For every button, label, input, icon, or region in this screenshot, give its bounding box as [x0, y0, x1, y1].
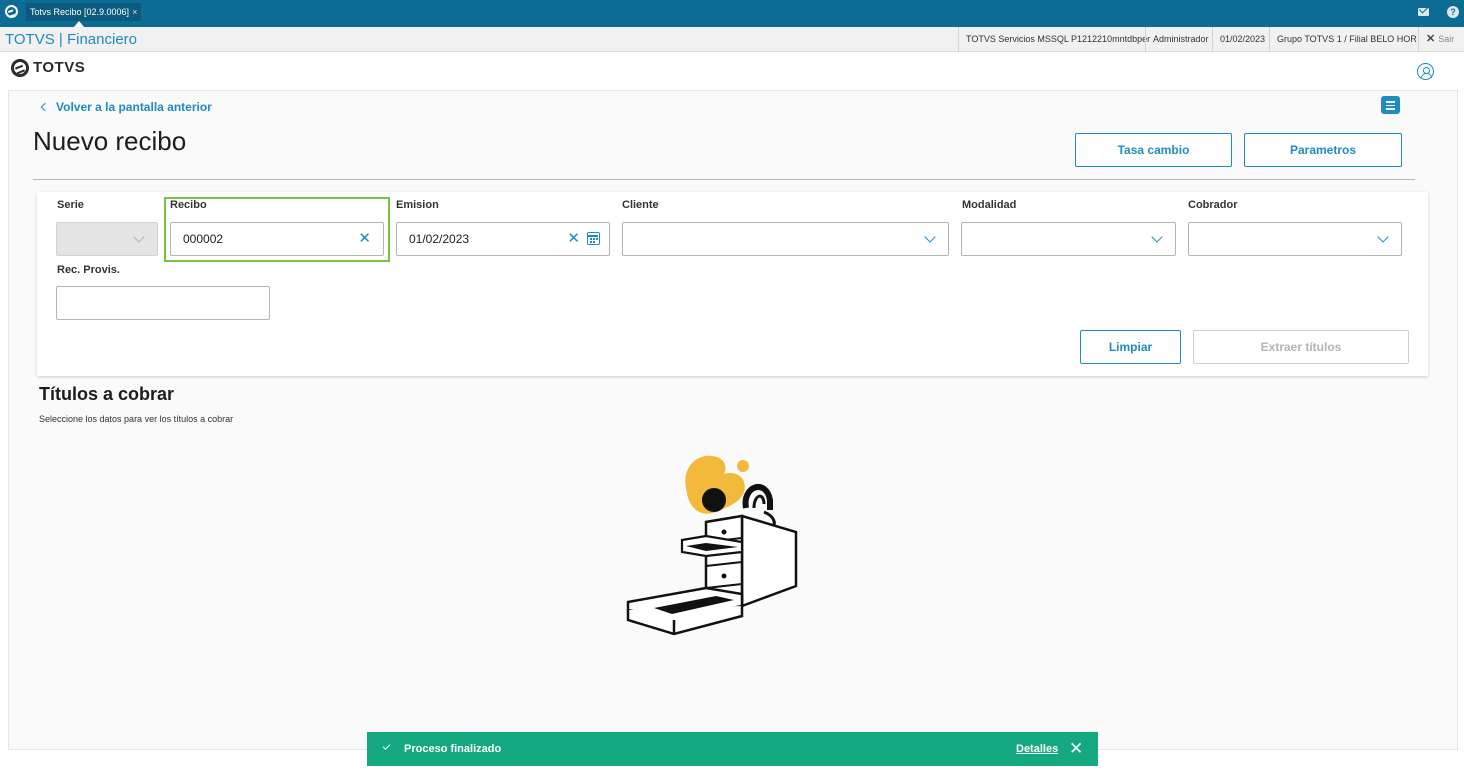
- clear-icon[interactable]: ✕: [358, 223, 371, 255]
- menu-icon: [1386, 101, 1395, 103]
- tab-label: Totvs Recibo [02.9.0006]: [30, 7, 130, 17]
- calendar-icon[interactable]: [587, 232, 600, 245]
- emision-value: 01/02/2023: [409, 232, 470, 246]
- toast-details-link[interactable]: Detalles: [1016, 732, 1058, 766]
- modalidad-select[interactable]: [961, 222, 1176, 256]
- server-info: TOTVS Servicios MSSQL P1212210mntdbper: [958, 27, 1157, 52]
- totvs-brand-icon: [11, 59, 29, 77]
- titulos-section-subtitle: Seleccione los datos para ver los título…: [39, 414, 234, 424]
- extraer-titulos-button: Extraer títulos: [1193, 330, 1409, 364]
- user-profile-icon[interactable]: [1417, 63, 1434, 80]
- close-icon: ✕: [1426, 33, 1436, 45]
- emision-date-input[interactable]: 01/02/2023 ✕: [396, 222, 610, 256]
- branch-info: Grupo TOTVS 1 / Filial BELO HOR: [1269, 27, 1424, 52]
- titulos-section-title: Títulos a cobrar: [39, 384, 175, 404]
- check-icon: [382, 742, 391, 750]
- menu-icon-line: [1386, 108, 1395, 110]
- app-title: TOTVS | Financiero: [5, 31, 137, 48]
- limpiar-button[interactable]: Limpiar: [1080, 330, 1181, 364]
- cobrador-label: Cobrador: [1188, 199, 1238, 211]
- recibo-value: 000002: [183, 232, 224, 246]
- system-header: TOTVS | Financiero TOTVS Servicios MSSQL…: [0, 27, 1464, 52]
- cliente-label: Cliente: [622, 199, 659, 211]
- app-tab-bar: Totvs Recibo [02.9.0006] × ?: [0, 0, 1464, 27]
- rec-provis-label: Rec. Provis.: [57, 264, 120, 276]
- chevron-down-icon: [1151, 231, 1163, 243]
- empty-drawer-illustration-icon: [626, 455, 798, 636]
- mail-icon[interactable]: [1418, 8, 1429, 16]
- user-info: Administrador: [1145, 27, 1216, 52]
- tasa-cambio-button[interactable]: Tasa cambio: [1075, 133, 1232, 167]
- success-toast: Proceso finalizado Detalles ✕: [367, 732, 1098, 766]
- tab-close-icon[interactable]: ×: [132, 7, 137, 17]
- modalidad-label: Modalidad: [962, 199, 1017, 211]
- chevron-left-icon: [40, 102, 50, 112]
- toast-message: Proceso finalizado: [404, 743, 502, 755]
- page-title: Nuevo recibo: [33, 126, 187, 156]
- tab-totvs-recibo[interactable]: Totvs Recibo [02.9.0006] ×: [26, 3, 142, 21]
- back-link[interactable]: Volver a la pantalla anterior: [34, 100, 212, 114]
- date-info: 01/02/2023: [1212, 27, 1272, 52]
- help-icon[interactable]: ?: [1447, 6, 1459, 18]
- cliente-select[interactable]: [622, 222, 949, 256]
- back-link-label: Volver a la pantalla anterior: [56, 100, 212, 114]
- serie-label: Serie: [57, 199, 84, 211]
- serie-select: [56, 222, 158, 256]
- parametros-button[interactable]: Parametros: [1244, 133, 1402, 167]
- exit-label: Sair: [1438, 34, 1455, 44]
- brand-text: TOTVS: [33, 59, 86, 76]
- chevron-down-icon: [1377, 231, 1389, 243]
- clear-icon[interactable]: ✕: [567, 223, 580, 255]
- page-menu-button[interactable]: [1381, 96, 1400, 114]
- chevron-down-icon: [924, 231, 936, 243]
- totvs-logo-icon: [5, 5, 18, 18]
- chevron-down-icon: [133, 231, 145, 243]
- recibo-label: Recibo: [170, 199, 207, 211]
- cobrador-select[interactable]: [1188, 222, 1402, 256]
- close-icon[interactable]: ✕: [1069, 732, 1083, 766]
- recibo-input[interactable]: 000002 ✕: [170, 222, 384, 256]
- exit-button[interactable]: ✕ Sair: [1418, 27, 1454, 52]
- rec-provis-input[interactable]: [56, 286, 270, 320]
- emision-label: Emision: [396, 199, 439, 211]
- title-divider: [33, 179, 1415, 180]
- menu-icon-line: [1386, 104, 1395, 106]
